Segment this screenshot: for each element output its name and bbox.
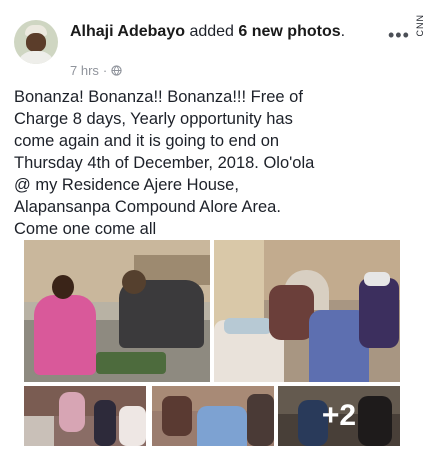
post-text-line: Charge 8 days, Yearly opportunity has	[14, 110, 293, 128]
action-strong[interactable]: 6 new photos	[238, 23, 340, 40]
action-suffix: .	[340, 23, 346, 40]
avatar-shirt	[17, 51, 55, 64]
action-prefix: added	[189, 23, 234, 40]
author-avatar[interactable]	[14, 20, 58, 64]
post-headline: Alhaji Adebayo added 6 new photos.	[70, 21, 390, 42]
ellipsis-icon[interactable]: •••	[388, 26, 410, 44]
watermark-logo: CNN	[415, 14, 425, 37]
post-photo-3[interactable]	[24, 386, 146, 446]
globe-icon[interactable]	[111, 65, 122, 76]
post-text-line: @ my Residence Ajere House,	[14, 176, 239, 194]
post-text-line: Thursday 4th of December, 2018. Olo'ola	[14, 154, 315, 172]
post-photo-5[interactable]: +2	[278, 386, 400, 446]
facebook-post: Alhaji Adebayo added 6 new photos. 7 hrs…	[0, 0, 430, 460]
post-text-line: Come one come all	[14, 220, 157, 238]
post-meta: 7 hrs ·	[70, 63, 122, 78]
post-text-line: come again and it is going to end on	[14, 132, 280, 150]
post-photo-1[interactable]	[24, 240, 210, 382]
post-photo-4[interactable]	[152, 386, 274, 446]
post-text-line: Alapansanpa Compound Alore Area.	[14, 198, 281, 216]
post-body: Bonanza! Bonanza!! Bonanza!!! Free of Ch…	[14, 86, 418, 240]
author-name[interactable]: Alhaji Adebayo	[70, 23, 185, 40]
avatar-face	[26, 33, 46, 52]
meta-separator: ·	[102, 63, 108, 78]
more-photos-count[interactable]: +2	[278, 386, 400, 446]
post-timestamp[interactable]: 7 hrs	[70, 63, 99, 78]
post-text-line: Bonanza! Bonanza!! Bonanza!!! Free of	[14, 88, 303, 106]
post-photo-2[interactable]	[214, 240, 400, 382]
